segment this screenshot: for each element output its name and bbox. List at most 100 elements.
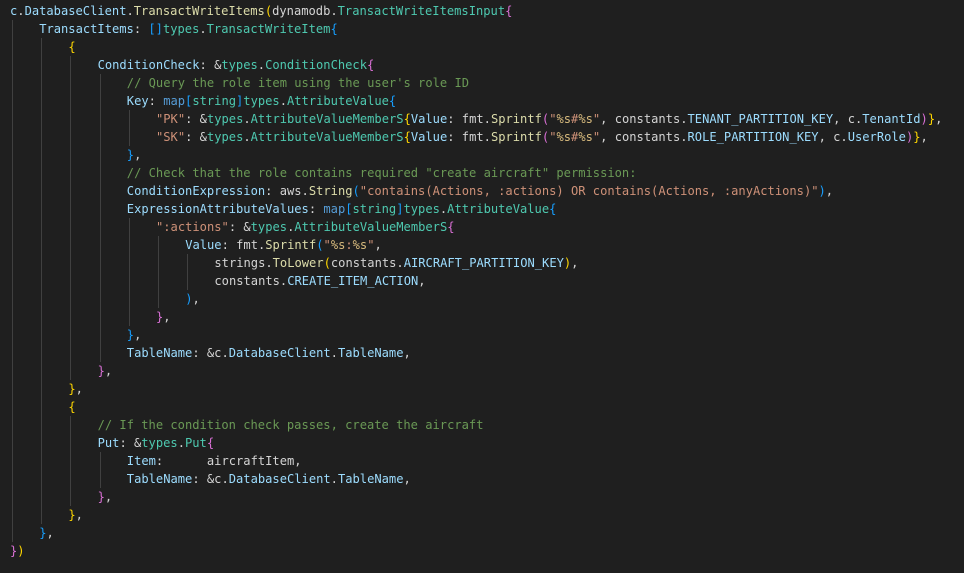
code-line[interactable]: ConditionExpression: aws.String("contain…	[10, 182, 942, 200]
code-token-plain: .	[257, 58, 266, 72]
code-line[interactable]: ":actions": &types.AttributeValueMemberS…	[10, 218, 942, 236]
code-token-type: AttributeValueMemberS	[294, 220, 448, 234]
code-token-plain: constants.	[330, 256, 404, 270]
code-token-fn: Sprintf	[490, 130, 542, 144]
indent-guide	[70, 362, 72, 380]
code-line[interactable]: Item: aircraftItem,	[10, 452, 942, 470]
code-line[interactable]: ExpressionAttributeValues: map[string]ty…	[10, 200, 942, 218]
indent-guide	[41, 254, 43, 272]
code-token-b3: }	[126, 328, 135, 342]
code-line[interactable]: "PK": &types.AttributeValueMemberS{Value…	[10, 110, 942, 128]
code-token-plain: .	[330, 472, 338, 486]
indent-guide	[70, 416, 72, 434]
indent-guide	[12, 344, 13, 362]
code-line[interactable]: "SK": &types.AttributeValueMemberS{Value…	[10, 128, 942, 146]
indent-guide	[41, 236, 43, 254]
code-line[interactable]: constants.CREATE_ITEM_ACTION,	[10, 272, 942, 290]
code-line[interactable]: ),	[10, 290, 942, 308]
indent-guide	[99, 344, 101, 362]
code-line[interactable]: },	[10, 506, 942, 524]
code-token-plain: ,	[46, 526, 54, 540]
code-token-plain: ,	[825, 184, 834, 198]
code-line[interactable]: // Check that the role contains required…	[10, 164, 942, 182]
code-token-var: TableName	[126, 346, 193, 360]
code-token-var: DatabaseClient	[228, 346, 331, 360]
code-line[interactable]: TransactItems: []types.TransactWriteItem…	[10, 20, 942, 38]
indent-guide	[41, 434, 43, 452]
code-line[interactable]: // Query the role item using the user's …	[10, 74, 942, 92]
code-line[interactable]: },	[10, 146, 942, 164]
code-token-b3: (	[352, 184, 360, 198]
indent-guide	[12, 308, 13, 326]
indent-guide	[41, 344, 43, 362]
code-line[interactable]: },	[10, 326, 942, 344]
indent-guide	[128, 272, 130, 290]
code-line[interactable]: Value: fmt.Sprintf("%s:%s",	[10, 236, 942, 254]
code-token-str: "	[323, 238, 331, 252]
code-token-esc: %s	[330, 238, 346, 252]
code-token-var: CREATE_ITEM_ACTION	[287, 274, 419, 288]
code-token-plain: .	[243, 112, 251, 126]
indent-guide	[12, 74, 13, 92]
code-token-var: Put	[97, 436, 120, 450]
code-token-var: DatabaseClient	[24, 4, 127, 18]
code-line[interactable]: strings.ToLower(constants.AIRCRAFT_PARTI…	[10, 254, 942, 272]
code-line[interactable]: c.DatabaseClient.TransactWriteItems(dyna…	[10, 2, 942, 20]
code-line[interactable]: // If the condition check passes, create…	[10, 416, 942, 434]
code-token-b1: }	[927, 112, 936, 126]
code-token-b1: {	[403, 112, 411, 126]
code-token-plain: : &	[199, 58, 222, 72]
indent-guide	[12, 218, 13, 236]
code-token-b1: {	[403, 130, 411, 144]
code-token-plain: , constants.	[600, 130, 688, 144]
code-token-plain: ,	[163, 310, 171, 324]
code-line[interactable]: })	[10, 542, 942, 560]
indent-guide	[70, 182, 72, 200]
indent-guide	[158, 254, 159, 272]
indent-guide	[41, 488, 43, 506]
code-line[interactable]: TableName: &c.DatabaseClient.TableName,	[10, 344, 942, 362]
indent-guide	[41, 218, 43, 236]
code-line[interactable]: TableName: &c.DatabaseClient.TableName,	[10, 470, 942, 488]
indent-guide	[12, 326, 13, 344]
indent-guide	[12, 398, 13, 416]
code-token-b2: {	[447, 220, 455, 234]
indent-guide	[12, 56, 13, 74]
code-token-var: TENANT_PARTITION_KEY	[687, 112, 834, 126]
indent-guide	[12, 182, 13, 200]
code-line[interactable]: },	[10, 488, 942, 506]
code-token-plain: ,	[104, 490, 113, 504]
indent-guide	[70, 254, 72, 272]
code-token-b3: []	[148, 22, 163, 36]
code-token-type: types	[403, 202, 440, 216]
code-line[interactable]: Put: &types.Put{	[10, 434, 942, 452]
code-token-plain: ,	[75, 508, 83, 522]
code-token-b3: }	[126, 148, 135, 162]
indent-guide	[41, 272, 43, 290]
code-line[interactable]: },	[10, 362, 942, 380]
indent-guide	[12, 164, 13, 182]
code-token-plain: .	[177, 436, 185, 450]
code-line[interactable]: },	[10, 380, 942, 398]
indent-guide	[12, 470, 13, 488]
code-line[interactable]: {	[10, 38, 942, 56]
indent-guide	[99, 146, 101, 164]
code-token-type: Put	[184, 436, 207, 450]
code-token-fn: TransactWriteItems	[133, 4, 265, 18]
code-line[interactable]: },	[10, 524, 942, 542]
code-token-var: ROLE_PARTITION_KEY	[687, 130, 819, 144]
indent-guide	[99, 452, 101, 470]
code-token-plain: : &	[119, 436, 142, 450]
code-line[interactable]: ConditionCheck: &types.ConditionCheck{	[10, 56, 942, 74]
code-token-str: :	[345, 238, 353, 252]
code-token-fn: Sprintf	[490, 112, 542, 126]
indent-guide	[41, 92, 43, 110]
code-line[interactable]: Key: map[string]types.AttributeValue{	[10, 92, 942, 110]
indent-guide	[99, 218, 101, 236]
code-line[interactable]: {	[10, 398, 942, 416]
code-line[interactable]: },	[10, 308, 942, 326]
indent-guide	[41, 506, 43, 524]
code-token-plain: .	[199, 22, 207, 36]
code-editor[interactable]: c.DatabaseClient.TransactWriteItems(dyna…	[0, 0, 964, 573]
code-token-type: types	[141, 436, 178, 450]
